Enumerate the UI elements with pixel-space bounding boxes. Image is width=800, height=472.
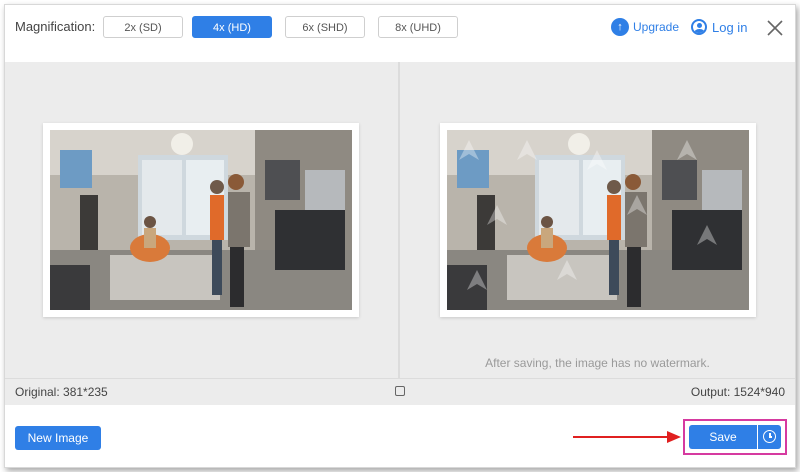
output-office-photo (447, 130, 749, 310)
toolbar: Magnification: 2x (SD) 4x (HD) 6x (SHD) … (5, 5, 795, 61)
magnification-4x-button[interactable]: 4x (HD) (192, 16, 272, 38)
magnification-2x-button[interactable]: 2x (SD) (103, 16, 183, 38)
login-label: Log in (712, 19, 748, 35)
original-office-photo (50, 130, 352, 310)
watermark-note: After saving, the image has no watermark… (485, 356, 710, 370)
output-image-card (440, 123, 756, 317)
save-button[interactable]: Save (689, 425, 757, 449)
red-arrow-annotation-icon (573, 431, 681, 443)
new-image-button[interactable]: New Image (15, 426, 101, 450)
original-size-label: Original: 381*235 (15, 385, 108, 399)
upgrade-arrow-icon: ↑ (611, 18, 629, 36)
upgrade-label: Upgrade (633, 20, 680, 34)
bottom-bar: New Image Save (5, 405, 795, 467)
user-icon (691, 19, 707, 35)
output-size-label: Output: 1524*940 (690, 385, 785, 399)
magnification-6x-button[interactable]: 6x (SHD) (285, 16, 365, 38)
output-preview-pane: After saving, the image has no watermark… (400, 62, 795, 378)
login-link[interactable]: Log in (691, 16, 747, 38)
save-highlight-box: Save (683, 419, 787, 455)
magnification-label: Magnification: (15, 19, 96, 34)
image-upscaler-window: Magnification: 2x (SD) 4x (HD) 6x (SHD) … (4, 4, 796, 468)
magnification-8x-button[interactable]: 8x (UHD) (378, 16, 458, 38)
status-bar: Original: 381*235 Output: 1524*940 (5, 378, 795, 405)
history-button[interactable] (758, 425, 781, 449)
original-preview-pane (5, 62, 398, 378)
compare-toggle-icon[interactable] (395, 386, 405, 396)
original-image-card (43, 123, 359, 317)
upgrade-link[interactable]: ↑ Upgrade (611, 16, 679, 38)
close-icon[interactable] (765, 18, 785, 38)
